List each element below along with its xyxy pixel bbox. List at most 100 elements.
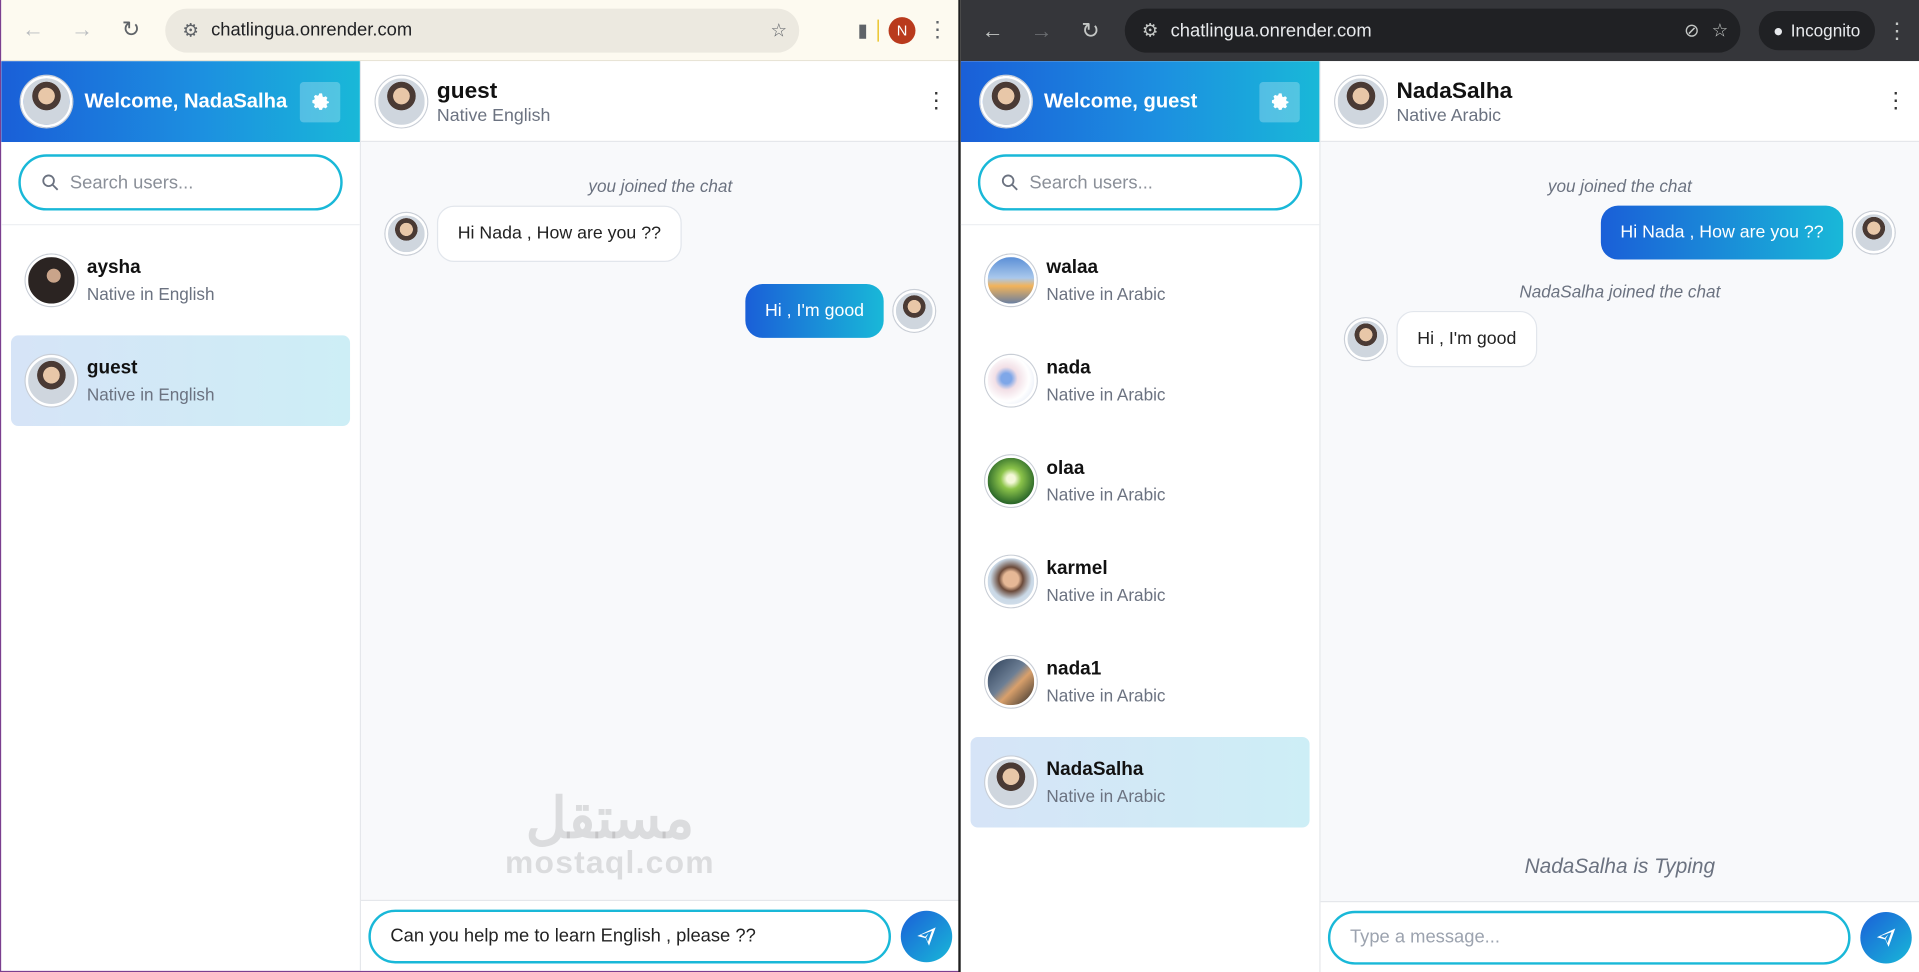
browser-menu-icon[interactable]: ⋮: [1885, 18, 1909, 44]
avatar: [985, 656, 1037, 708]
message-input[interactable]: [390, 925, 869, 947]
browser-toolbar: ← → ↻ ⚙ chatlingua.onrender.com ☆ ▮ N ⋮: [1, 0, 960, 62]
back-icon[interactable]: ←: [11, 8, 55, 52]
user-item-guest[interactable]: guest Native in English: [11, 335, 351, 427]
bookmark-star-icon[interactable]: ☆: [771, 19, 787, 41]
message-bubble-incoming: Hi Nada , How are you ??: [436, 205, 682, 262]
system-message: you joined the chat: [588, 176, 733, 196]
user-name: nada: [1046, 357, 1091, 379]
incognito-icon: ●: [1773, 20, 1784, 41]
search-input[interactable]: [1029, 172, 1281, 193]
user-name: karmel: [1046, 558, 1108, 580]
watermark-latin: mostaql.com: [505, 843, 715, 881]
message-composer: [361, 899, 960, 971]
chat-app: Welcome, NadaSalha aysha Native in Englis…: [1, 61, 960, 971]
settings-button[interactable]: [1259, 81, 1300, 122]
message-field[interactable]: [1327, 910, 1851, 965]
reload-icon[interactable]: ↻: [1068, 9, 1112, 53]
message-row-incoming: Hi , I'm good: [1345, 310, 1895, 368]
chat-menu-icon[interactable]: ⋮: [925, 88, 947, 114]
send-icon: [1876, 927, 1896, 947]
reload-icon[interactable]: ↻: [109, 8, 153, 52]
chat-partner-name: guest: [436, 76, 498, 103]
watermark-arabic: مستقل: [525, 785, 695, 850]
site-info-icon[interactable]: ⚙: [182, 19, 198, 41]
incognito-label: Incognito: [1790, 20, 1861, 41]
back-icon[interactable]: ←: [971, 9, 1015, 53]
system-message: you joined the chat: [1547, 176, 1692, 196]
avatar: [1345, 318, 1387, 360]
avatar: [985, 756, 1037, 808]
chat-panel: guest Native English ⋮ you joined the cha…: [361, 61, 960, 971]
avatar: [25, 355, 78, 407]
settings-button[interactable]: [299, 81, 341, 122]
avatar: [985, 555, 1037, 608]
typing-indicator: NadaSalha is Typing: [1524, 854, 1716, 878]
avatar: [985, 254, 1037, 307]
sidebar-header: Welcome, NadaSalha: [1, 61, 360, 143]
user-language: Native in Arabic: [1046, 685, 1166, 706]
sidebar-header: Welcome, guest: [960, 61, 1320, 143]
user-name: NadaSalha: [1046, 759, 1144, 780]
welcome-title: Welcome, guest: [1043, 89, 1198, 113]
browser-window-left: ← → ↻ ⚙ chatlingua.onrender.com ☆ ▮ N ⋮ …: [0, 0, 960, 972]
send-button[interactable]: [1860, 911, 1912, 963]
message-bubble-outgoing: Hi , I'm good: [745, 284, 884, 338]
user-language: Native in English: [86, 284, 215, 304]
browser-toolbar: ← → ↻ ⚙ chatlingua.onrender.com ⊘ ☆ ● In…: [960, 0, 1919, 62]
browser-window-right: ← → ↻ ⚙ chatlingua.onrender.com ⊘ ☆ ● In…: [960, 0, 1919, 972]
chat-partner-language: Native Arabic: [1396, 105, 1502, 126]
browser-menu-icon[interactable]: ⋮: [925, 17, 949, 43]
user-name: nada1: [1046, 658, 1102, 680]
search-input[interactable]: [69, 172, 321, 193]
eye-slash-icon[interactable]: ⊘: [1684, 20, 1699, 42]
user-name: aysha: [86, 257, 141, 278]
chat-header: NadaSalha Native Arabic ⋮: [1320, 61, 1919, 143]
user-item-nada1[interactable]: nada1 Native in Arabic: [971, 637, 1310, 728]
user-item-aysha[interactable]: aysha Native in English: [11, 235, 350, 326]
user-item-walaa[interactable]: walaa Native in Arabic: [971, 235, 1310, 326]
message-input[interactable]: [1349, 926, 1829, 948]
avatar: [893, 290, 936, 332]
message-bubble-incoming: Hi , I'm good: [1396, 310, 1538, 368]
welcome-title: Welcome, NadaSalha: [84, 89, 288, 113]
user-item-nada[interactable]: nada Native in Arabic: [971, 335, 1310, 426]
search-box[interactable]: [18, 154, 343, 211]
address-bar[interactable]: ⚙ chatlingua.onrender.com ☆: [165, 7, 800, 53]
message-list: you joined the chat Hi Nada , How are yo…: [1321, 142, 1919, 901]
avatar: [1852, 211, 1895, 254]
user-item-nadasalha[interactable]: NadaSalha Native in Arabic: [970, 736, 1310, 828]
chat-menu-icon[interactable]: ⋮: [1885, 88, 1907, 114]
message-row-incoming: Hi Nada , How are you ??: [385, 205, 936, 262]
site-info-icon[interactable]: ⚙: [1142, 20, 1158, 42]
user-item-karmel[interactable]: karmel Native in Arabic: [971, 536, 1310, 627]
avatar: [385, 213, 428, 255]
user-language: Native in Arabic: [1046, 384, 1166, 404]
address-bar[interactable]: ⚙ chatlingua.onrender.com ⊘ ☆: [1124, 8, 1741, 53]
message-row-outgoing: Hi , I'm good: [386, 284, 936, 338]
message-field[interactable]: [368, 908, 891, 963]
user-language: Native in Arabic: [1046, 785, 1166, 806]
sidebar: Welcome, NadaSalha aysha Native in Englis…: [1, 61, 362, 971]
chat-panel: NadaSalha Native Arabic ⋮ you joined the …: [1320, 61, 1919, 972]
user-language: Native in Arabic: [1046, 284, 1166, 304]
user-language: Native in Arabic: [1046, 585, 1166, 605]
chat-header: guest Native English ⋮: [361, 61, 960, 143]
send-button[interactable]: [900, 910, 953, 962]
incognito-badge[interactable]: ● Incognito: [1758, 11, 1876, 51]
url-text: chatlingua.onrender.com: [1170, 20, 1372, 42]
bookmark-star-icon[interactable]: ☆: [1712, 20, 1728, 42]
profile-avatar[interactable]: N: [888, 16, 916, 44]
message-composer: [1320, 901, 1919, 972]
toolbar-divider: [877, 18, 879, 42]
user-item-olaa[interactable]: olaa Native in Arabic: [971, 436, 1310, 527]
avatar: [980, 75, 1032, 128]
user-name: olaa: [1046, 457, 1085, 479]
forward-icon[interactable]: →: [1020, 9, 1064, 53]
message-row-outgoing: Hi Nada , How are you ??: [1345, 205, 1895, 260]
send-icon: [917, 926, 936, 946]
forward-icon[interactable]: →: [60, 8, 104, 52]
extensions-icon[interactable]: ▮: [858, 19, 868, 41]
system-message: NadaSalha joined the chat: [1519, 281, 1721, 302]
search-box[interactable]: [977, 154, 1303, 211]
